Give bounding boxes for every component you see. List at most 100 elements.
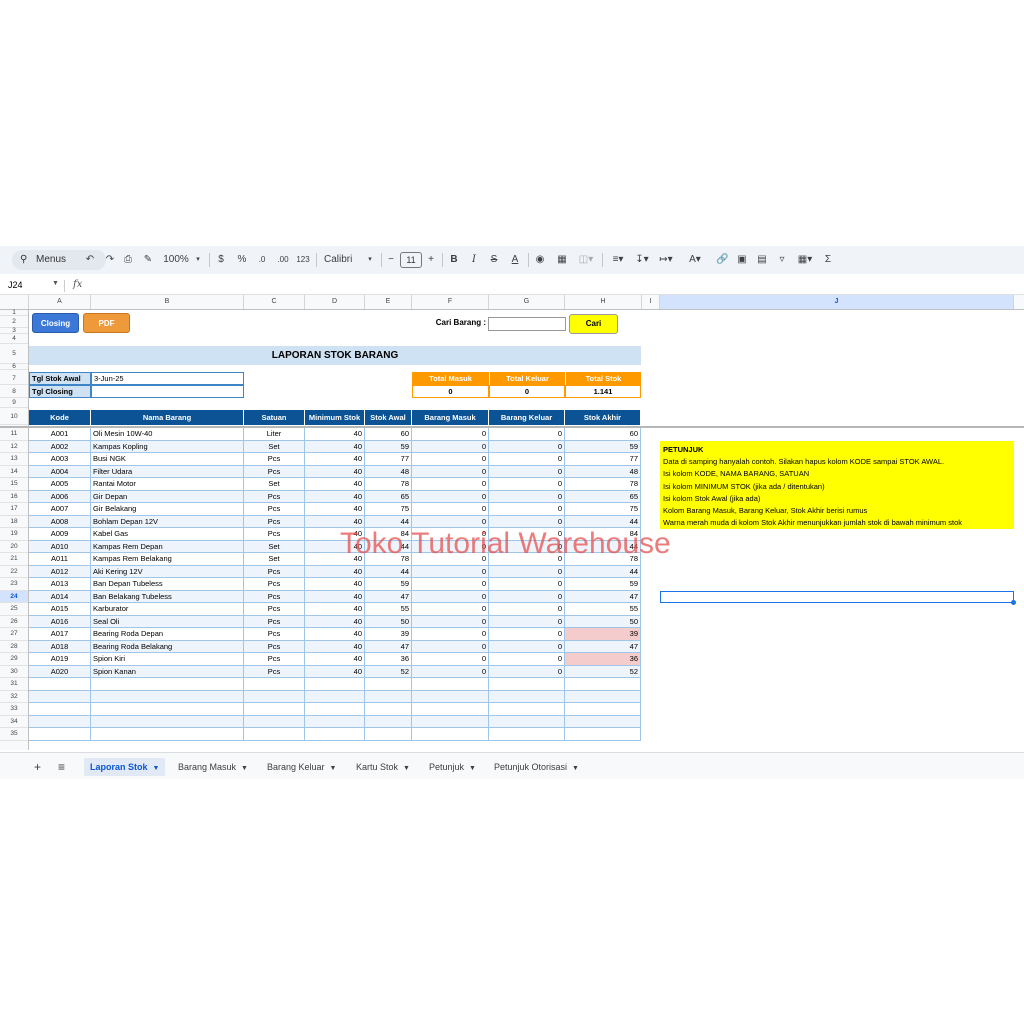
name-box-chevron-icon[interactable]: ▼ xyxy=(52,280,59,287)
table-cell[interactable]: 77 xyxy=(365,453,412,465)
row-header[interactable]: 16 xyxy=(0,491,28,503)
table-cell[interactable]: Pcs xyxy=(244,578,305,590)
text-color-button[interactable]: A xyxy=(509,252,521,268)
table-cell[interactable] xyxy=(489,678,565,690)
table-cell[interactable]: 40 xyxy=(305,640,365,653)
table-cell[interactable]: 40 xyxy=(305,578,365,590)
table-cell[interactable]: 47 xyxy=(365,640,412,653)
column-header-g[interactable]: G xyxy=(489,295,565,309)
percent-button[interactable]: % xyxy=(236,252,248,268)
row-header[interactable]: 10 xyxy=(0,408,28,425)
cari-button[interactable]: Cari xyxy=(569,314,618,334)
tab-chevron-icon[interactable]: ▼ xyxy=(241,765,248,772)
font-select[interactable]: Calibri xyxy=(324,252,354,268)
tab-chevron-icon[interactable]: ▼ xyxy=(403,765,410,772)
table-cell[interactable]: Pcs xyxy=(244,615,305,628)
table-header-cell[interactable]: Barang Masuk xyxy=(412,410,489,425)
table-cell[interactable]: Oli Mesin 10W-40 xyxy=(91,428,244,440)
table-cell[interactable]: 0 xyxy=(489,653,565,665)
table-cell[interactable]: 50 xyxy=(365,615,412,628)
tab-barang-keluar[interactable]: Barang Keluar ▼ xyxy=(267,758,336,776)
align-vertical-icon[interactable]: ↧▾ xyxy=(632,252,652,268)
row-header[interactable]: 18 xyxy=(0,516,28,528)
search-input[interactable] xyxy=(488,317,566,331)
table-cell[interactable]: A006 xyxy=(29,490,91,503)
table-cell[interactable]: 39 xyxy=(365,628,412,640)
table-cell[interactable]: A005 xyxy=(29,478,91,490)
table-cell[interactable] xyxy=(91,728,244,740)
table-cell[interactable]: 47 xyxy=(365,590,412,603)
undo-icon[interactable]: ↶ xyxy=(84,252,96,268)
table-cell[interactable]: Bearing Roda Depan xyxy=(91,628,244,640)
table-cell[interactable]: Pcs xyxy=(244,503,305,515)
table-cell[interactable]: Rantai Motor xyxy=(91,478,244,490)
row-header[interactable]: 34 xyxy=(0,716,28,728)
column-header-i[interactable]: I xyxy=(642,295,660,309)
column-header-e[interactable]: E xyxy=(365,295,412,309)
table-cell[interactable] xyxy=(412,690,489,703)
row-header[interactable]: 24 xyxy=(0,590,28,603)
row-header[interactable]: 12 xyxy=(0,441,28,453)
filter-icon[interactable]: ▿ xyxy=(776,252,788,268)
table-cell[interactable]: 0 xyxy=(489,465,565,478)
table-cell[interactable]: Set xyxy=(244,440,305,453)
table-cell[interactable]: Gir Depan xyxy=(91,490,244,503)
table-cell[interactable]: 0 xyxy=(412,440,489,453)
row-header[interactable]: 31 xyxy=(0,678,28,691)
table-header-cell[interactable]: Kode xyxy=(29,410,91,425)
table-cell[interactable]: 0 xyxy=(412,478,489,490)
column-header-f[interactable]: F xyxy=(412,295,489,309)
table-cell[interactable] xyxy=(565,678,641,690)
table-cell[interactable]: 0 xyxy=(489,603,565,615)
table-cell[interactable]: 36 xyxy=(365,653,412,665)
table-cell[interactable]: A007 xyxy=(29,503,91,515)
row-header[interactable]: 33 xyxy=(0,703,28,716)
table-cell[interactable]: A017 xyxy=(29,628,91,640)
table-cell[interactable]: Set xyxy=(244,553,305,565)
table-cell[interactable]: Pcs xyxy=(244,490,305,503)
table-cell[interactable]: Kampas Kopling xyxy=(91,440,244,453)
table-cell[interactable] xyxy=(565,690,641,703)
row-header[interactable]: 15 xyxy=(0,478,28,491)
table-cell[interactable]: Set xyxy=(244,478,305,490)
table-cell[interactable]: 0 xyxy=(489,640,565,653)
table-cell[interactable]: 65 xyxy=(365,490,412,503)
table-cell[interactable] xyxy=(91,678,244,690)
table-cell[interactable]: 78 xyxy=(565,478,641,490)
table-cell[interactable]: 0 xyxy=(489,628,565,640)
table-cell[interactable]: A013 xyxy=(29,578,91,590)
table-cell[interactable]: 0 xyxy=(412,503,489,515)
row-header[interactable]: 4 xyxy=(0,334,28,344)
table-cell[interactable]: 77 xyxy=(565,453,641,465)
table-cell[interactable] xyxy=(365,678,412,690)
table-cell[interactable]: 55 xyxy=(565,603,641,615)
table-cell[interactable]: A012 xyxy=(29,565,91,578)
table-cell[interactable]: 0 xyxy=(489,453,565,465)
table-header-cell[interactable]: Satuan xyxy=(244,410,305,425)
table-cell[interactable]: 0 xyxy=(412,578,489,590)
decrease-decimal-button[interactable]: .0 xyxy=(255,252,269,268)
table-cell[interactable] xyxy=(305,678,365,690)
table-cell[interactable] xyxy=(412,703,489,715)
paint-format-icon[interactable]: ✎ xyxy=(142,252,154,268)
table-cell[interactable] xyxy=(305,703,365,715)
table-cell[interactable]: 40 xyxy=(305,628,365,640)
table-cell[interactable]: 40 xyxy=(305,590,365,603)
table-cell[interactable] xyxy=(244,678,305,690)
table-cell[interactable] xyxy=(365,690,412,703)
table-cell[interactable] xyxy=(565,703,641,715)
table-cell[interactable]: 65 xyxy=(565,490,641,503)
row-header[interactable]: 17 xyxy=(0,503,28,516)
redo-icon[interactable]: ↷ xyxy=(104,252,116,268)
table-cell[interactable]: Bearing Roda Belakang xyxy=(91,640,244,653)
font-size-increase-button[interactable]: + xyxy=(426,252,436,268)
table-cell[interactable]: A003 xyxy=(29,453,91,465)
row-header[interactable]: 9 xyxy=(0,398,28,408)
table-cell[interactable]: A004 xyxy=(29,465,91,478)
comment-icon[interactable]: ▣ xyxy=(736,252,748,268)
table-cell[interactable]: 55 xyxy=(365,603,412,615)
table-cell[interactable]: 36 xyxy=(565,653,641,665)
table-cell[interactable] xyxy=(29,715,91,728)
table-cell[interactable] xyxy=(244,728,305,740)
table-cell[interactable] xyxy=(29,728,91,740)
